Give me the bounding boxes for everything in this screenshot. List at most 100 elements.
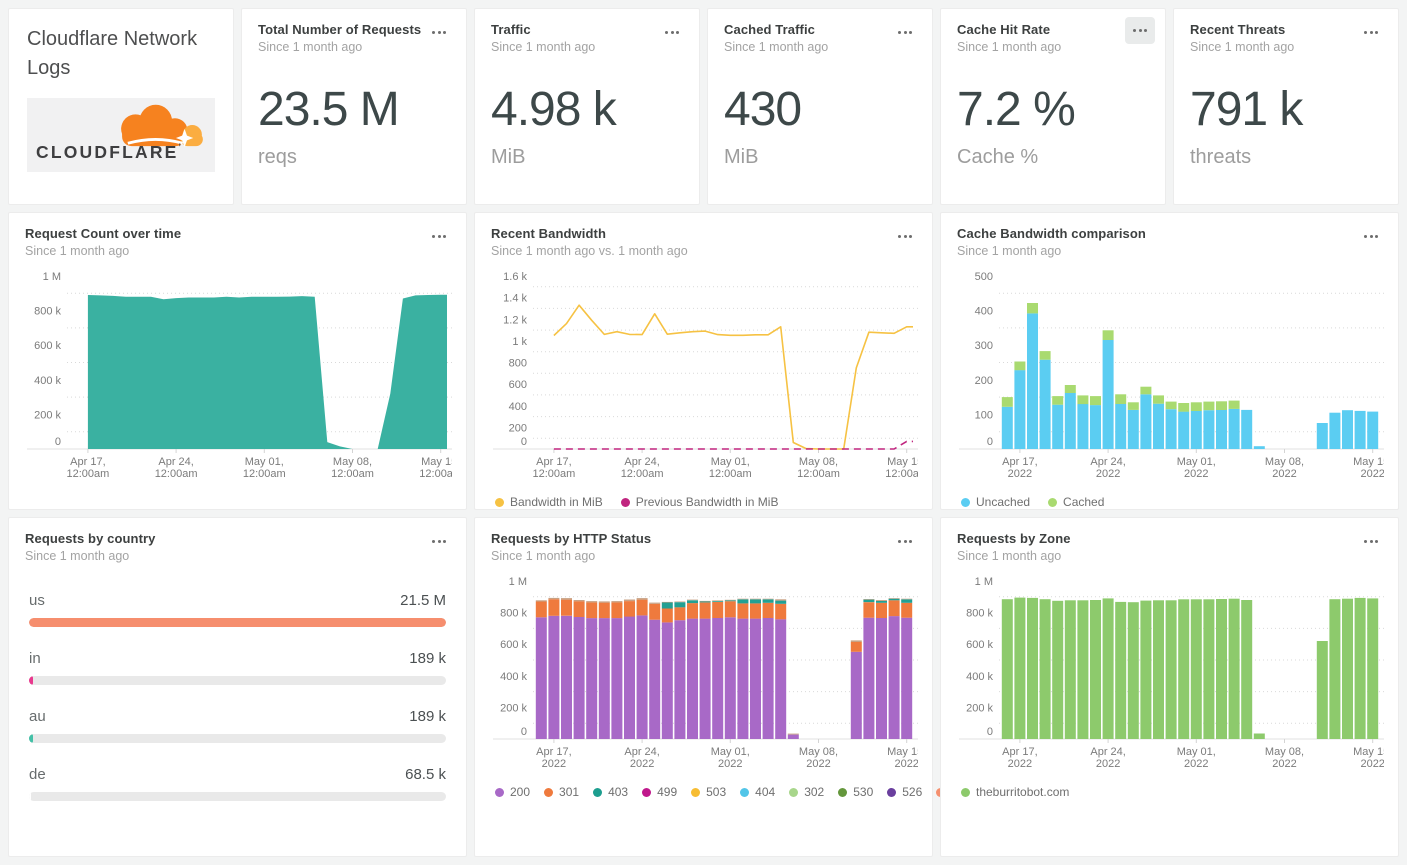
panel-subtitle: Since 1 month ago vs. 1 month ago	[491, 244, 688, 258]
svg-text:400 k: 400 k	[500, 671, 527, 683]
svg-text:2022: 2022	[542, 758, 566, 770]
legend-label: 526	[902, 785, 923, 799]
panel-menu-button[interactable]	[426, 227, 452, 246]
panel-menu-button[interactable]	[892, 532, 918, 551]
svg-text:2022: 2022	[894, 758, 918, 770]
legend-dot-icon	[887, 787, 897, 797]
legend-item[interactable]: 200	[495, 785, 530, 799]
svg-text:May 15,: May 15,	[887, 456, 918, 468]
panel-menu-button[interactable]	[892, 227, 918, 246]
country-value: 189 k	[409, 650, 446, 667]
svg-text:1 M: 1 M	[975, 576, 993, 588]
country-value: 21.5 M	[400, 592, 446, 609]
country-bar-list: us 21.5 M in 189 k au 189 k de 68.5 k	[25, 563, 450, 801]
panel-menu-button[interactable]	[426, 23, 452, 42]
legend-item[interactable]: Previous Bandwidth in MiB	[620, 495, 778, 509]
http-status-bar-chart[interactable]: 1 M800 k600 k400 k200 k0Apr 17,2022Apr 2…	[491, 573, 918, 773]
svg-text:May 01,: May 01,	[1177, 746, 1216, 758]
stat-value: 23.5 M	[258, 83, 400, 136]
svg-text:Apr 24,: Apr 24,	[1090, 746, 1125, 758]
legend-label: 301	[559, 785, 580, 799]
ellipsis-icon	[1364, 31, 1367, 34]
country-label: us	[29, 592, 45, 609]
legend-item[interactable]: 499	[642, 785, 677, 799]
panel-menu-button[interactable]	[1358, 23, 1384, 42]
stat-value: 791 k	[1190, 83, 1303, 136]
panel-title: Cache Hit Rate	[957, 22, 1051, 37]
bottom-row: Requests by country Since 1 month ago us…	[8, 517, 1399, 857]
legend-item[interactable]: Cached	[1048, 495, 1104, 509]
panel-menu-button[interactable]	[1125, 17, 1155, 44]
panel-subtitle: Since 1 month ago	[957, 40, 1062, 54]
panel-menu-button[interactable]	[659, 23, 685, 42]
legend-dot-icon	[544, 787, 554, 797]
panel-recent-bandwidth: Recent Bandwidth Since 1 month ago vs. 1…	[474, 212, 933, 510]
svg-text:400 k: 400 k	[966, 671, 993, 683]
request-count-area-chart[interactable]: 1 M800 k600 k400 k200 k0Apr 17,12:00amAp…	[25, 268, 452, 483]
bandwidth-legend: Bandwidth in MiB Previous Bandwidth in Mi…	[491, 495, 916, 509]
legend-item[interactable]: Uncached	[961, 495, 1030, 509]
legend-item[interactable]: Bandwidth in MiB	[495, 495, 603, 509]
svg-text:12:00am: 12:00am	[243, 468, 286, 480]
svg-text:0: 0	[521, 436, 527, 448]
panel-total-requests: Total Number of Requests Since 1 month a…	[241, 8, 467, 205]
legend-item[interactable]: 503	[691, 785, 726, 799]
svg-text:200: 200	[975, 375, 993, 387]
svg-text:Apr 17,: Apr 17,	[1002, 456, 1037, 468]
panel-title: Requests by country	[25, 531, 156, 546]
svg-text:2022: 2022	[1184, 758, 1208, 770]
svg-text:May 01,: May 01,	[245, 456, 284, 468]
svg-text:12:00am: 12:00am	[331, 468, 374, 480]
stat-value: 4.98 k	[491, 83, 617, 136]
panel-subtitle: Since 1 month ago	[491, 549, 596, 563]
legend-dot-icon	[961, 497, 970, 507]
stat-unit: MiB	[491, 146, 526, 168]
svg-text:2022: 2022	[1184, 468, 1208, 480]
panel-title: Total Number of Requests	[258, 22, 422, 37]
legend-dot-icon	[620, 497, 630, 507]
svg-text:800 k: 800 k	[34, 306, 61, 318]
ellipsis-icon	[432, 540, 435, 543]
svg-text:500: 500	[975, 271, 993, 283]
panel-menu-button[interactable]	[426, 532, 452, 551]
legend-item[interactable]: 526	[887, 785, 922, 799]
cache-bandwidth-bar-chart[interactable]: 5004003002001000Apr 17,2022Apr 24,2022Ma…	[957, 268, 1384, 483]
stat-unit: reqs	[258, 146, 297, 168]
panel-menu-button[interactable]	[1358, 227, 1384, 246]
svg-text:May 15,: May 15,	[421, 456, 452, 468]
legend-dot-icon	[495, 497, 504, 507]
legend-item[interactable]: 403	[593, 785, 628, 799]
legend-label: 302	[804, 785, 825, 799]
country-bar-fill	[29, 676, 34, 685]
panel-subtitle: Since 1 month ago	[258, 40, 363, 54]
bandwidth-line-chart[interactable]: 1.6 k1.4 k1.2 k1 k8006004002000Apr 17,12…	[491, 268, 918, 483]
panel-title: Cache Bandwidth comparison	[957, 226, 1146, 241]
legend-label: 200	[510, 785, 531, 799]
panel-menu-button[interactable]	[1358, 532, 1384, 551]
panel-requests-by-country: Requests by country Since 1 month ago us…	[8, 517, 467, 857]
legend-dot-icon	[1048, 497, 1058, 507]
svg-text:Apr 24,: Apr 24,	[624, 746, 659, 758]
panel-subtitle: Since 1 month ago	[724, 40, 829, 54]
legend-item[interactable]: 404	[740, 785, 775, 799]
panel-traffic: Traffic Since 1 month ago 4.98 k MiB	[474, 8, 700, 205]
legend-label: 530	[853, 785, 874, 799]
svg-text:May 15,: May 15,	[887, 746, 918, 758]
panel-cache-bandwidth: Cache Bandwidth comparison Since 1 month…	[940, 212, 1399, 510]
zone-bar-chart[interactable]: 1 M800 k600 k400 k200 k0Apr 17,2022Apr 2…	[957, 573, 1384, 773]
cache-bandwidth-legend: Uncached Cached	[957, 495, 1382, 509]
legend-item[interactable]: 301	[544, 785, 579, 799]
svg-text:600 k: 600 k	[500, 639, 527, 651]
dashboard-title: Cloudflare Network Logs	[27, 28, 198, 79]
legend-item[interactable]: 302	[789, 785, 824, 799]
svg-text:300: 300	[975, 340, 993, 352]
country-bar-track	[29, 792, 446, 801]
legend-item[interactable]: 530	[838, 785, 873, 799]
panel-title: Recent Threats	[1190, 22, 1286, 37]
panel-menu-button[interactable]	[892, 23, 918, 42]
svg-text:May 15,: May 15,	[1353, 456, 1384, 468]
panel-title: Request Count over time	[25, 226, 182, 241]
svg-text:800 k: 800 k	[966, 608, 993, 620]
legend-item[interactable]: theburritobot.com	[961, 785, 1069, 799]
panel-title: Requests by Zone	[957, 531, 1071, 546]
